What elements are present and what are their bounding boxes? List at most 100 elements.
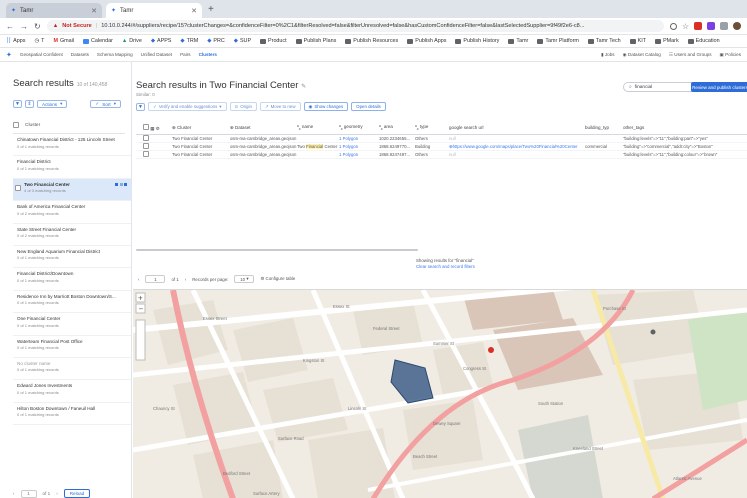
map-canvas[interactable]: + − Essex Street Essex St Chauncy St Lin… bbox=[133, 290, 747, 498]
nav-unified-dataset[interactable]: Unified Dataset bbox=[141, 52, 172, 57]
bookmark-pmark[interactable]: PMark bbox=[655, 38, 679, 44]
clear-search-link[interactable]: Clear search and record filters bbox=[416, 264, 475, 270]
next-page-icon[interactable]: › bbox=[56, 491, 58, 496]
cluster-item[interactable]: Bank of America Financial Center 0 of 2 m… bbox=[13, 201, 131, 224]
page-input[interactable]: 1 bbox=[20, 489, 37, 498]
col-geometry[interactable]: ᵃc geometry bbox=[339, 124, 379, 131]
star-icon[interactable]: ☆ bbox=[682, 22, 689, 31]
close-tab-icon[interactable]: ✕ bbox=[191, 7, 197, 15]
bookmark-tamr[interactable]: Tamr bbox=[508, 38, 528, 44]
edit-icon[interactable]: ✎ bbox=[301, 84, 306, 90]
extension-purple-icon[interactable] bbox=[707, 22, 715, 30]
cluster-checkbox[interactable] bbox=[15, 184, 21, 191]
geometry-link[interactable]: 1 Polygon bbox=[339, 144, 379, 149]
sort-dropdown[interactable]: ✓ Sort ▾ bbox=[90, 100, 121, 108]
cluster-item[interactable]: New England Aquarium Financial District 0… bbox=[13, 246, 131, 269]
review-publish-button[interactable]: Review and publish clusters bbox=[691, 82, 747, 92]
nav-geospatial[interactable]: Geospatial Confident bbox=[20, 52, 63, 57]
table-row[interactable]: Two Financial Center osm-ma-cambridge_ar… bbox=[136, 143, 747, 151]
profile-avatar-icon[interactable] bbox=[733, 22, 741, 30]
nav-users-groups[interactable]: ☷ Users and Groups bbox=[669, 52, 712, 58]
map-poi-icon[interactable] bbox=[650, 329, 656, 335]
bookmark-prc[interactable]: ◆ PRC bbox=[207, 38, 225, 44]
select-all-checkbox[interactable] bbox=[143, 123, 149, 130]
expand-icon[interactable]: ⇕ bbox=[25, 100, 34, 108]
reload-button[interactable]: Reload bbox=[63, 489, 91, 498]
geometry-link[interactable]: 1 Polygon bbox=[339, 152, 379, 157]
table-row[interactable]: Two Financial Center osm-ma-cambridge_ar… bbox=[136, 135, 747, 143]
cluster-item[interactable]: One Financial Center 0 of 1 matching reco… bbox=[13, 313, 131, 336]
nav-schema-mapping[interactable]: Schema Mapping bbox=[97, 52, 133, 57]
nav-jobs[interactable]: ▮ Jobs bbox=[601, 52, 615, 58]
zoom-icon[interactable] bbox=[669, 22, 677, 30]
col-type[interactable]: ᵃc type bbox=[415, 124, 449, 131]
map-tools-strip[interactable] bbox=[135, 319, 146, 361]
cluster-item[interactable]: Chinatown Financial District - 125 Linco… bbox=[13, 134, 131, 157]
bookmark-trm[interactable]: ◆ TRM bbox=[180, 38, 198, 44]
tamr-logo-icon[interactable]: ✦ bbox=[6, 51, 12, 59]
col-other-tags[interactable]: other_tags bbox=[623, 125, 747, 130]
url-input[interactable]: ▲ Not Secure | 10.10.0.244/#/suppliers/r… bbox=[46, 20, 664, 32]
nav-pairs[interactable]: Pairs bbox=[180, 52, 190, 57]
geometry-link[interactable]: 1 Polygon bbox=[339, 136, 379, 141]
actions-dropdown[interactable]: Actions ▾ bbox=[37, 100, 68, 108]
browser-tab[interactable]: ✦ Tamr ✕ bbox=[6, 3, 102, 18]
prev-page-icon[interactable]: ‹ bbox=[138, 277, 139, 282]
bookmark-tamr-tech[interactable]: Tamr Tech bbox=[587, 38, 621, 44]
origin-button[interactable]: ⊙ Origin bbox=[229, 102, 257, 111]
map-view[interactable]: + − Essex Street Essex St Chauncy St Lin… bbox=[133, 289, 747, 498]
nav-datasets[interactable]: Datasets bbox=[71, 52, 89, 57]
back-icon[interactable]: ← bbox=[6, 22, 14, 31]
cluster-item[interactable]: Financial District/Downtown 0 of 1 matchi… bbox=[13, 268, 131, 291]
bookmark-publish-history[interactable]: Publish History bbox=[455, 38, 499, 44]
settings-icon[interactable]: ⚙ bbox=[156, 126, 160, 131]
verify-enable-button[interactable]: ✓ Verify and enable suggestions ▾ bbox=[148, 102, 227, 111]
table-horizontal-scrollbar[interactable] bbox=[136, 249, 418, 251]
select-all-checkbox[interactable] bbox=[13, 122, 19, 128]
bookmark-publish-plans[interactable]: Publish Plans bbox=[295, 38, 336, 44]
cluster-item[interactable]: State Street Financial Center 0 of 2 matc… bbox=[13, 224, 131, 246]
bookmark-t[interactable]: ◷ T bbox=[34, 38, 44, 44]
col-area[interactable]: ᵃc area bbox=[379, 124, 415, 131]
bookmark-sup[interactable]: ◆ SUP bbox=[234, 38, 251, 44]
configure-table-button[interactable]: ⚙ Configure table bbox=[260, 276, 295, 282]
row-checkbox[interactable] bbox=[143, 151, 149, 157]
bookmark-publish-apps[interactable]: Publish Apps bbox=[407, 38, 446, 44]
reload-icon[interactable]: ↻ bbox=[34, 22, 41, 31]
col-building-typ[interactable]: building_typ bbox=[585, 125, 623, 130]
cluster-item[interactable]: Financial District 0 of 1 matching record… bbox=[13, 156, 131, 179]
col-google-search-url[interactable]: google search url bbox=[449, 125, 585, 130]
cluster-item[interactable]: Residence Inn by Marriott Boston Downtow… bbox=[13, 291, 131, 314]
row-checkbox[interactable] bbox=[143, 143, 149, 149]
extension-gray-icon[interactable] bbox=[720, 22, 728, 30]
bookmark-drive[interactable]: ▲ Drive bbox=[122, 38, 142, 44]
bookmark-apps[interactable]: ⠿ Apps bbox=[6, 37, 25, 45]
new-tab-icon[interactable]: + bbox=[208, 4, 214, 15]
cluster-item-selected[interactable]: Two Financial Center 4 of 3 matching reco… bbox=[13, 178, 131, 202]
cluster-item[interactable]: Edward Jones Investments 0 of 1 matching … bbox=[13, 380, 131, 403]
move-to-new-button[interactable]: ↗ Move to new bbox=[259, 102, 301, 111]
show-changes-button[interactable]: ◉ Show changes bbox=[303, 102, 349, 111]
forward-icon[interactable]: → bbox=[20, 22, 28, 31]
filter-icon[interactable]: ▼ bbox=[136, 102, 145, 111]
per-page-select[interactable]: 10 ▾ bbox=[234, 275, 255, 283]
bookmark-calendar[interactable]: Calendar bbox=[83, 38, 113, 44]
cluster-item[interactable]: Waterteam Financial Post Office 0 of 1 ma… bbox=[13, 336, 131, 358]
cluster-item[interactable]: No cluster name 0 of 1 matching records bbox=[13, 358, 131, 381]
grid-icon[interactable]: ▦ bbox=[150, 126, 154, 131]
next-page-icon[interactable]: › bbox=[185, 277, 186, 282]
col-name[interactable]: ᵃc name bbox=[297, 124, 339, 131]
bookmark-kit[interactable]: KIT bbox=[629, 38, 646, 44]
nav-clusters[interactable]: Clusters bbox=[199, 52, 217, 57]
nav-dataset-catalog[interactable]: ◉ Dataset Catalog bbox=[623, 52, 661, 58]
col-cluster[interactable]: ⊕ Cluster bbox=[172, 125, 230, 131]
open-details-button[interactable]: Open details bbox=[351, 102, 386, 111]
extension-red-icon[interactable] bbox=[694, 22, 702, 30]
bookmark-tamr-platform[interactable]: Tamr Platform bbox=[537, 38, 579, 44]
nav-policies[interactable]: ▣ Policies bbox=[720, 52, 741, 58]
page-input[interactable]: 1 bbox=[145, 275, 166, 283]
prev-page-icon[interactable]: ‹ bbox=[13, 491, 15, 496]
bookmark-education[interactable]: Education bbox=[687, 38, 720, 44]
google-url-link[interactable]: ⊕https://www.google.com/maps/place/Two%2… bbox=[449, 144, 585, 150]
cluster-item[interactable]: Hilton Boston Downtown / Faneuil Hall 0 o… bbox=[13, 403, 131, 426]
